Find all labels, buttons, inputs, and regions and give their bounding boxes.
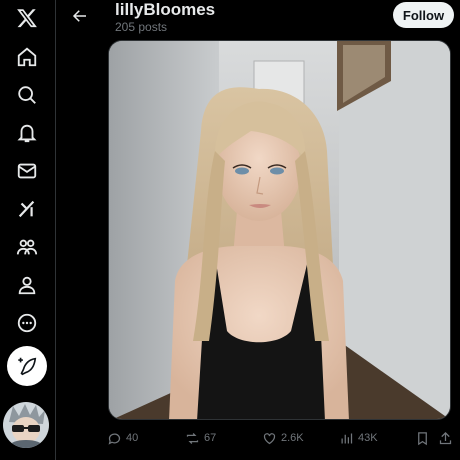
views-bar-chart-icon [341,433,353,443]
feather-plus-icon [18,357,37,376]
back-button[interactable] [68,4,92,28]
search-icon[interactable] [9,77,45,113]
arrow-left-icon [72,10,86,22]
reply-button[interactable]: 40 [107,425,138,451]
x-logo-icon[interactable] [9,0,45,36]
repost-icon [186,432,199,444]
post-action-bar: 40 67 2.6K 43K [57,425,460,451]
profile-name: lillyBloomes [115,0,216,19]
share-icon [439,431,452,444]
sidebar-nav [0,0,56,460]
like-count: 2.6K [281,432,304,444]
photo-illustration [109,41,450,419]
grok-icon[interactable] [9,191,45,227]
post-media-photo[interactable] [108,40,451,420]
post-count: 205 posts [115,20,168,34]
views-button[interactable]: 43K [339,425,378,451]
more-icon[interactable] [9,305,45,341]
notifications-icon[interactable] [9,115,45,151]
account-avatar[interactable] [3,402,49,448]
reply-icon [108,433,121,445]
like-button[interactable]: 2.6K [262,425,304,451]
repost-count: 67 [204,432,217,444]
compose-post-button[interactable] [7,346,47,386]
follow-button[interactable]: Follow [393,2,454,28]
reply-count: 40 [126,432,139,444]
messages-icon[interactable] [9,153,45,189]
bookmark-icon [418,431,427,445]
home-icon[interactable] [9,39,45,75]
communities-icon[interactable] [9,229,45,265]
repost-button[interactable]: 67 [185,425,216,451]
heart-icon [263,432,276,444]
share-button[interactable] [438,425,453,451]
main-column: lillyBloomes 205 posts Follow 40 67 2.6K… [57,0,460,460]
bookmark-button[interactable] [415,425,430,451]
profile-icon[interactable] [9,267,45,303]
views-count: 43K [358,432,378,444]
